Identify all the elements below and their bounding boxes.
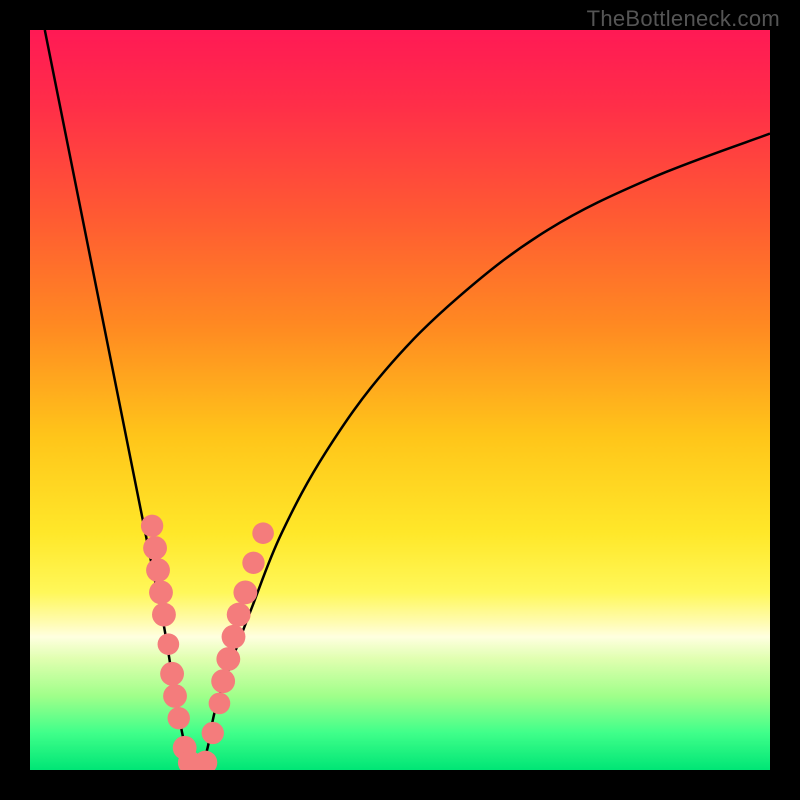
curve-marker [242,552,264,574]
curve-marker [160,662,184,686]
curve-marker [209,693,231,715]
curve-marker [163,684,187,708]
curve-marker [168,707,190,729]
curve-marker [233,580,257,604]
curve-marker [211,669,235,693]
frame: TheBottleneck.com [0,0,800,800]
curve-marker [141,515,163,537]
curve-marker [227,603,251,627]
curve-marker [252,522,274,544]
curve-marker [158,633,180,655]
plot-area [30,30,770,770]
bottleneck-curve [45,30,770,770]
curve-marker [143,536,167,560]
curve-marker [146,558,170,582]
curve-marker [222,625,246,649]
curve-marker [149,580,173,604]
curve-layer [30,30,770,770]
curve-markers [141,515,274,770]
watermark-text: TheBottleneck.com [587,6,780,32]
curve-marker [152,603,176,627]
curve-marker [202,722,224,744]
curve-marker [216,647,240,671]
